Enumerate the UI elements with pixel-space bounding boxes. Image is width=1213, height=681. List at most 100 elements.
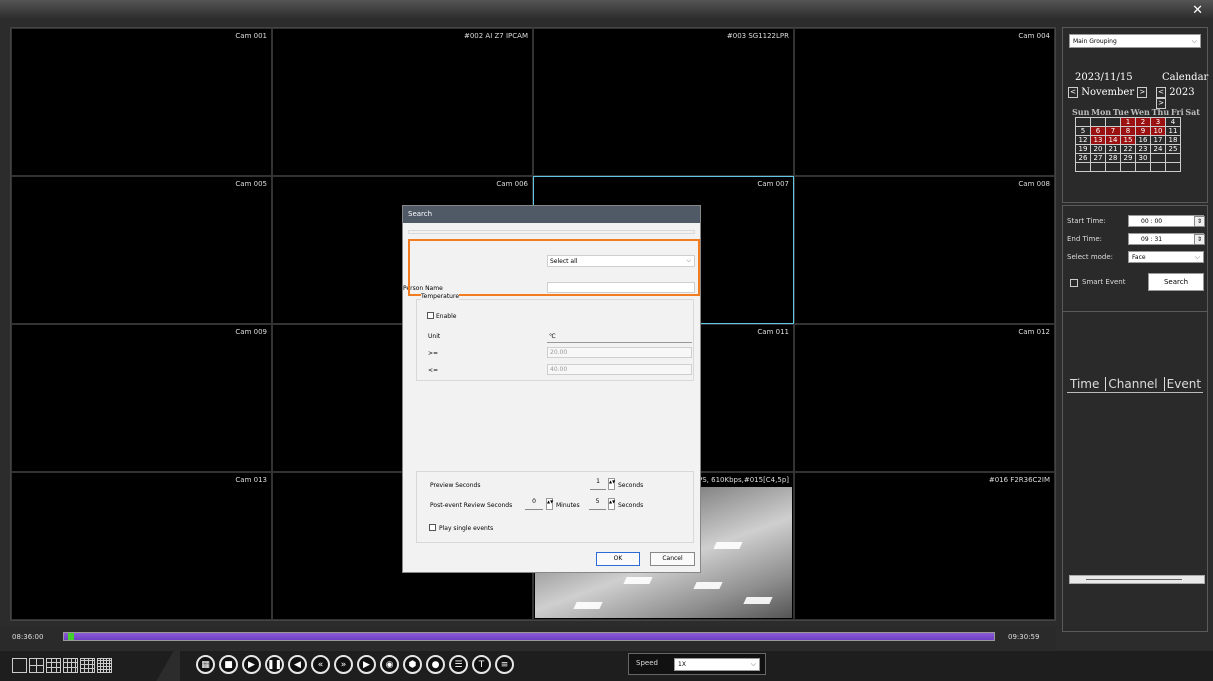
events-header-divider [1067,392,1203,393]
calendar-day[interactable]: 18 [1165,135,1181,145]
grouping-select[interactable]: Main Grouping ⌵ [1069,34,1201,48]
ok-button[interactable]: OK [596,552,640,566]
end-time-input[interactable]: 09 : 31 [1128,233,1204,245]
gte-input[interactable]: 20.00 [547,347,692,358]
chevron-down-icon: ⌵ [750,660,756,668]
calendar-day[interactable]: 9 [1135,126,1151,136]
camera-tile[interactable]: #003 SG1122LPR [533,28,794,176]
calendar-day[interactable]: 1 [1120,117,1136,127]
calendar-day[interactable]: 17 [1150,135,1166,145]
list-icon[interactable]: ☰ [449,655,468,674]
calendar-day[interactable]: 13 [1090,135,1106,145]
cancel-button[interactable]: Cancel [650,552,695,566]
timeline-playhead[interactable] [67,633,74,640]
camera-label: Cam 005 [235,180,267,188]
preview-seconds-spin-icon[interactable]: ▲▼ [608,478,615,490]
enable-checkbox[interactable] [427,312,434,319]
camera-tile[interactable]: Cam 012 [794,324,1055,472]
end-time-spin-icon[interactable]: ⇕ [1194,234,1205,245]
layout-4x3-icon[interactable] [63,658,78,673]
calendar-day[interactable]: 8 [1120,126,1136,136]
calendar-day[interactable]: 16 [1135,135,1151,145]
stop-icon[interactable]: ■ [219,655,238,674]
record-icon[interactable]: ◉ [380,655,399,674]
step-forward-icon[interactable]: ▶ [357,655,376,674]
next-month-button[interactable]: > [1137,87,1148,98]
close-icon[interactable]: ✕ [1192,3,1203,18]
camera-tile[interactable]: Cam 008 [794,176,1055,324]
calendar-day[interactable]: 29 [1120,153,1136,163]
post-event-seconds-unit: Seconds [618,502,644,509]
calendar-day[interactable]: 24 [1150,144,1166,154]
layout-4x4-icon[interactable] [80,658,95,673]
camera-tile[interactable]: Cam 001 [11,28,272,176]
menu-icon[interactable]: ≡ [495,655,514,674]
preview-seconds-input[interactable]: 1 [590,478,606,490]
calendar-day[interactable]: 21 [1105,144,1121,154]
calendar-day[interactable]: 30 [1135,153,1151,163]
rewind-icon[interactable]: « [311,655,330,674]
title-bar: ✕ [0,0,1213,20]
camera-tile[interactable]: Cam 009 [11,324,272,472]
play-icon[interactable]: ▶ [242,655,261,674]
calendar-day[interactable]: 15 [1120,135,1136,145]
search-dialog: Search Select all ⌵ Person Name Temperat… [402,205,701,573]
layout-2x2-icon[interactable] [29,658,44,673]
start-time-input[interactable]: 00 : 00 [1128,215,1204,227]
calendar-day[interactable]: 3 [1150,117,1166,127]
camera-tile[interactable]: Cam 004 [794,28,1055,176]
events-scrollbar[interactable] [1069,575,1205,584]
camera-icon[interactable]: ● [426,655,445,674]
calendar-day[interactable]: 22 [1120,144,1136,154]
camera-tile[interactable]: #002 AI Z7 IPCAM [272,28,533,176]
camera-tile[interactable]: Cam 005 [11,176,272,324]
camera-tile[interactable]: #016 F2R36C2IM [794,472,1055,620]
calendar-day[interactable]: 28 [1105,153,1121,163]
start-time-spin-icon[interactable]: ⇕ [1194,216,1205,227]
calendar-day[interactable]: 6 [1090,126,1106,136]
grid-icon[interactable]: ▦ [196,655,215,674]
layout-1x1-icon[interactable] [12,658,27,673]
lte-input[interactable]: 40.00 [547,364,692,375]
calendar-day[interactable]: 20 [1090,144,1106,154]
calendar-day[interactable]: 14 [1105,135,1121,145]
timeline-end-time: 09:30:59 [1008,633,1040,641]
pause-icon[interactable]: ❚❚ [265,655,284,674]
calendar-day[interactable]: 25 [1165,144,1181,154]
post-event-minutes-input[interactable]: 0 [525,498,543,510]
calendar-day[interactable]: 26 [1075,153,1091,163]
layout-5x5-icon[interactable] [97,658,112,673]
calendar-day[interactable]: 10 [1150,126,1166,136]
ceiling-light [743,597,773,604]
calendar-day[interactable]: 11 [1165,126,1181,136]
snapshot-icon[interactable]: ⬢ [403,655,422,674]
layout-3x3-icon[interactable] [46,658,61,673]
calendar-day [1150,153,1166,163]
timeline-progress-bar[interactable] [63,632,995,641]
text-icon[interactable]: T [472,655,491,674]
calendar-day[interactable]: 27 [1090,153,1106,163]
calendar-day[interactable]: 23 [1135,144,1151,154]
play-single-checkbox[interactable] [429,524,436,531]
post-event-seconds-input[interactable]: 5 [589,498,606,510]
prev-year-button[interactable]: < [1156,87,1166,98]
post-event-seconds-spin-icon[interactable]: ▲▼ [608,498,615,510]
calendar-day [1135,162,1151,172]
step-back-icon[interactable]: ◀ [288,655,307,674]
select-mode-select[interactable]: Face ⌵ [1128,251,1204,263]
prev-month-button[interactable]: < [1068,87,1078,98]
camera-tile[interactable]: Cam 013 [11,472,272,620]
calendar-day[interactable]: 5 [1075,126,1091,136]
calendar-day[interactable]: 7 [1105,126,1121,136]
calendar-day[interactable]: 12 [1075,135,1091,145]
post-event-minutes-spin-icon[interactable]: ▲▼ [546,498,553,510]
calendar-day[interactable]: 2 [1135,117,1151,127]
speed-select[interactable]: 1X ⌵ [674,658,760,671]
fast-forward-icon[interactable]: » [334,655,353,674]
smart-event-checkbox[interactable] [1070,279,1078,287]
calendar-day[interactable]: 19 [1075,144,1091,154]
calendar-day [1165,162,1181,172]
calendar-day[interactable]: 4 [1165,117,1181,127]
year-label: 2023 [1169,87,1195,98]
search-button[interactable]: Search [1148,273,1204,291]
